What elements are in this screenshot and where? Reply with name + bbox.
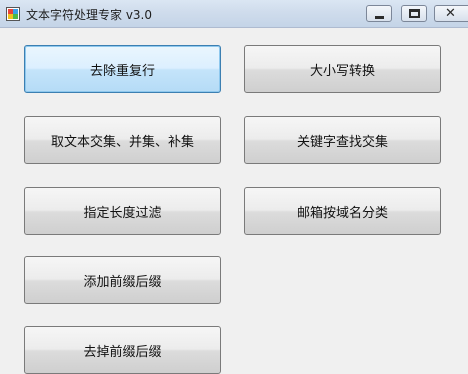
app-icon <box>6 7 20 21</box>
close-button[interactable]: ✕ <box>434 5 468 22</box>
remove-prefix-suffix-button[interactable]: 去掉前缀后缀 <box>24 326 221 374</box>
maximize-button[interactable] <box>401 5 427 22</box>
case-convert-button[interactable]: 大小写转换 <box>244 45 441 93</box>
set-operations-button[interactable]: 取文本交集、并集、补集 <box>24 116 221 164</box>
window-title: 文本字符处理专家 v3.0 <box>26 8 153 22</box>
main-panel: 去除重复行 大小写转换 取文本交集、并集、补集 关键字查找交集 指定长度过滤 邮… <box>0 28 468 374</box>
keyword-intersect-button[interactable]: 关键字查找交集 <box>244 116 441 164</box>
close-icon: ✕ <box>445 6 456 21</box>
email-domain-classify-button[interactable]: 邮箱按域名分类 <box>244 187 441 235</box>
length-filter-button[interactable]: 指定长度过滤 <box>24 187 221 235</box>
minimize-icon <box>375 16 384 19</box>
maximize-icon <box>409 9 420 18</box>
dedupe-lines-button[interactable]: 去除重复行 <box>24 45 221 93</box>
add-prefix-suffix-button[interactable]: 添加前缀后缀 <box>24 256 221 304</box>
title-bar[interactable]: 文本字符处理专家 v3.0 ✕ <box>0 0 468 28</box>
minimize-button[interactable] <box>366 5 392 22</box>
